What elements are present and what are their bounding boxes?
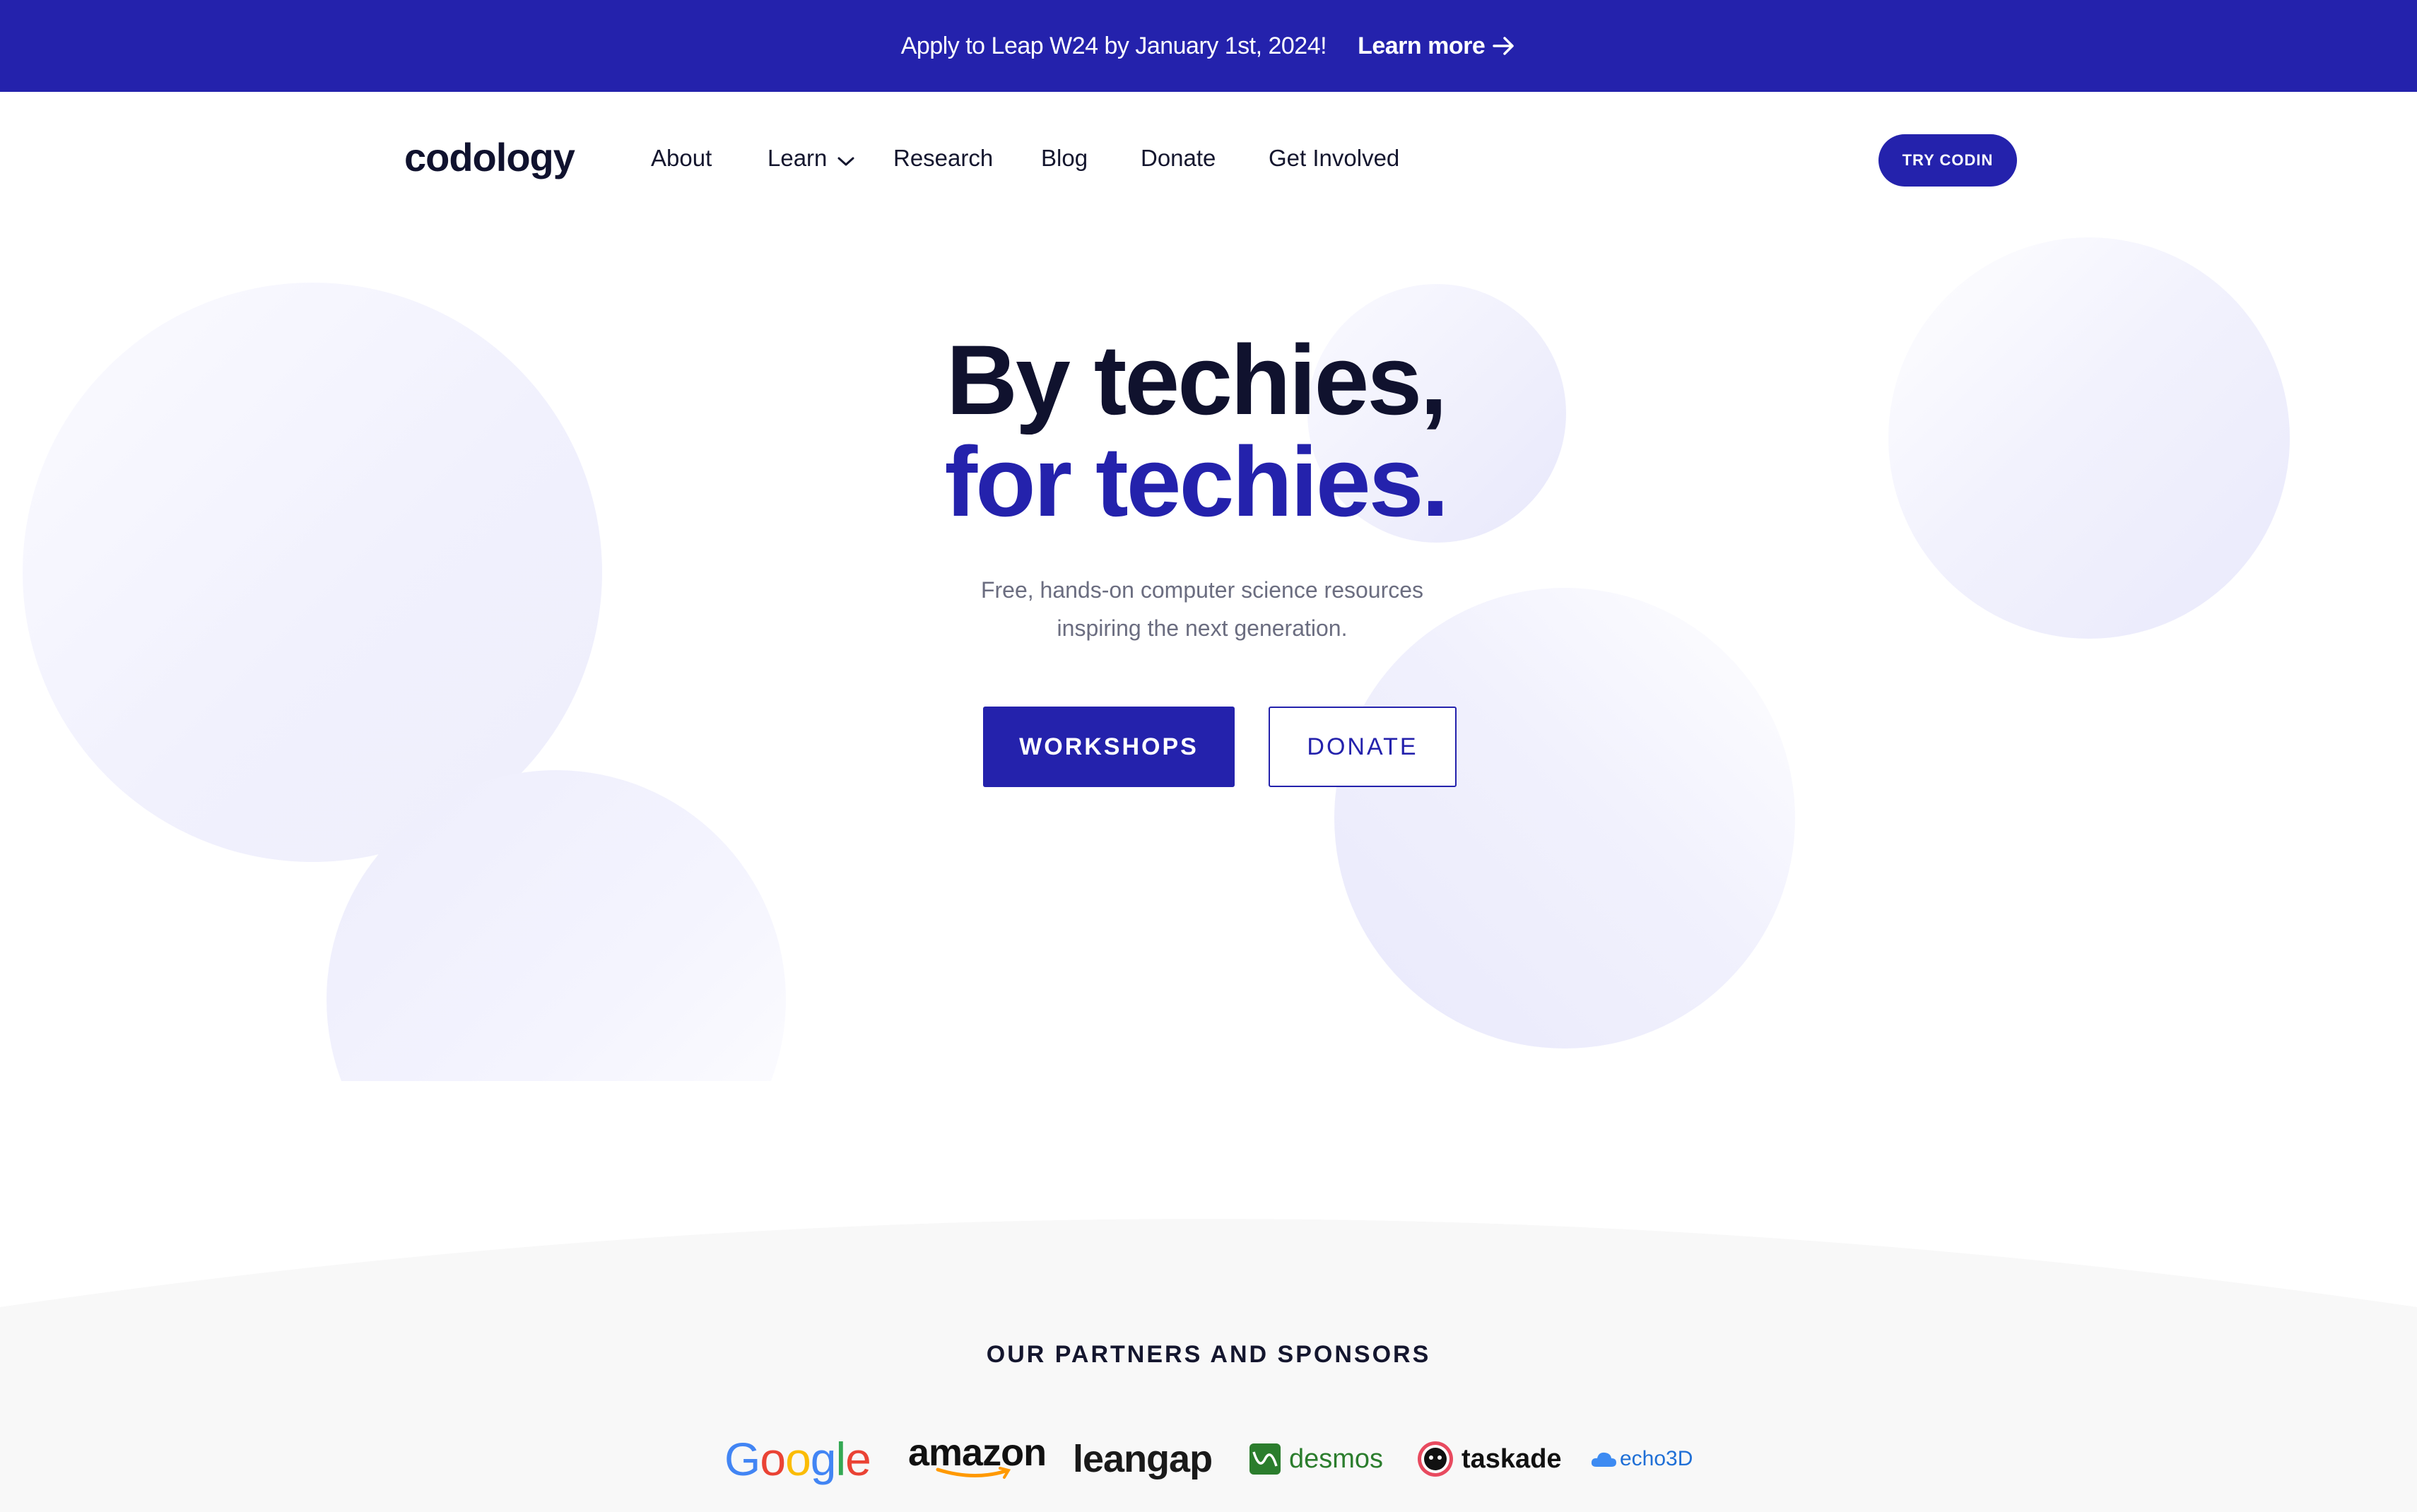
- hero-subtitle-line2: inspiring the next generation.: [1057, 615, 1348, 641]
- amazon-smile-icon: [936, 1467, 1011, 1479]
- desmos-logo: desmos: [1248, 1434, 1383, 1484]
- nav-about[interactable]: About: [651, 145, 712, 172]
- chevron-down-icon: [837, 146, 855, 173]
- decorative-circle: [1334, 588, 1795, 1049]
- hero-title-line1: By techies,: [946, 324, 1447, 435]
- leangap-logo: leangap: [1073, 1438, 1213, 1480]
- taskade-logo: taskade: [1416, 1434, 1562, 1484]
- partners-title: OUR PARTNERS AND SPONSORS: [986, 1341, 1431, 1368]
- nav-get-involved[interactable]: Get Involved: [1269, 145, 1399, 172]
- donate-button[interactable]: DONATE: [1269, 707, 1457, 787]
- hero-subtitle-line1: Free, hands-on computer science resource…: [980, 577, 1424, 603]
- taskade-logo-text: taskade: [1462, 1443, 1562, 1474]
- google-logo: Google: [724, 1433, 871, 1485]
- codology-logo[interactable]: codology: [404, 134, 575, 180]
- cloud-icon: [1591, 1452, 1616, 1467]
- nav-learn-label: Learn: [768, 145, 828, 171]
- hero-title-line2: for techies.: [944, 426, 1449, 537]
- nav-research[interactable]: Research: [893, 145, 993, 172]
- workshops-button[interactable]: WORKSHOPS: [983, 707, 1235, 787]
- desmos-icon: [1249, 1443, 1281, 1475]
- desmos-logo-text: desmos: [1289, 1443, 1384, 1474]
- hero-subtitle: Free, hands-on computer science resource…: [0, 571, 2417, 647]
- amazon-logo-text: amazon: [908, 1431, 1047, 1474]
- amazon-logo: amazon: [908, 1431, 1047, 1484]
- echo3d-logo-text: echo3D: [1620, 1447, 1693, 1470]
- nav-blog[interactable]: Blog: [1041, 145, 1088, 172]
- echo3d-logo: echo3D: [1590, 1434, 1693, 1484]
- try-codin-button[interactable]: TRY CODIN: [1878, 134, 2017, 187]
- nav-donate[interactable]: Donate: [1141, 145, 1216, 172]
- nav-learn[interactable]: Learn: [768, 145, 855, 173]
- decorative-circle: [327, 770, 786, 1081]
- taskade-icon: [1418, 1441, 1453, 1477]
